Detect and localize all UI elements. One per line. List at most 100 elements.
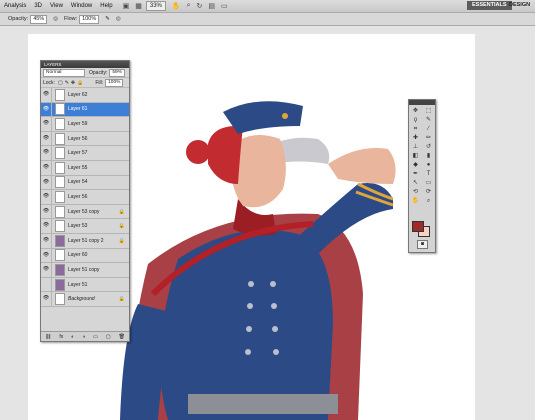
layer-row[interactable]: 👁 Layer 51 copy 2 🔒 — [41, 233, 129, 249]
layer-thumbnail — [55, 220, 65, 233]
menu-window[interactable]: Window — [67, 3, 96, 9]
dodge-tool-icon[interactable]: ● — [422, 161, 435, 170]
history-brush-tool-icon[interactable]: ↺ — [422, 143, 435, 152]
lock-position-icon[interactable]: ✥ — [71, 80, 75, 86]
lock-image-icon[interactable]: ✎ — [65, 80, 69, 86]
add-mask-icon[interactable]: ◐ — [71, 334, 74, 340]
move-tool-icon[interactable]: ✥ — [409, 107, 422, 116]
link-layers-icon[interactable]: ⛓ — [45, 334, 51, 340]
eye-icon[interactable]: 👁 — [41, 88, 52, 102]
hand-tool-icon[interactable]: ✋ — [409, 197, 422, 206]
3d-orbit-tool-icon[interactable]: ⟳ — [422, 188, 435, 197]
layer-name: Layer 56 — [68, 193, 88, 200]
new-layer-icon[interactable]: ▢ — [106, 334, 111, 340]
path-select-tool-icon[interactable]: ↖ — [409, 179, 422, 188]
bridge-icon[interactable]: ▣ — [123, 2, 130, 10]
flow-field[interactable]: 100% — [79, 14, 100, 24]
menu-analysis[interactable]: Analysis — [0, 3, 30, 9]
layers-panel-title[interactable]: LAYERS — [41, 61, 129, 68]
layer-list: 👁 Layer 62 👁 Layer 61 👁 Layer 59 👁 Layer 56 … — [41, 88, 129, 307]
layer-name: Background — [68, 296, 95, 303]
pressure-opacity-icon[interactable]: ◎ — [53, 16, 58, 22]
crop-tool-icon[interactable]: ⌗ — [409, 125, 422, 134]
eye-icon[interactable] — [41, 277, 52, 292]
eye-icon[interactable]: 👁 — [41, 292, 52, 306]
gradient-tool-icon[interactable]: ▮ — [422, 152, 435, 161]
workspace-design[interactable]: DESIGN — [504, 1, 535, 10]
eye-icon[interactable]: 👁 — [41, 219, 52, 233]
layer-row[interactable]: 👁 Layer 53 🔒 — [41, 219, 129, 234]
lock-all-icon[interactable]: 🔒 — [77, 80, 83, 86]
opacity-field[interactable]: 45% — [30, 14, 48, 24]
layer-row[interactable]: 👁 Background 🔒 — [41, 292, 129, 307]
options-bar: Opacity: 45% ◎ Flow: 100% ✎ ◎ — [0, 13, 535, 26]
layer-thumbnail — [55, 190, 65, 203]
blur-tool-icon[interactable]: ◆ — [409, 161, 422, 170]
menu-help[interactable]: Help — [96, 3, 116, 9]
trash-icon[interactable]: 🗑 — [119, 334, 125, 340]
lock-transparency-icon[interactable]: ▢ — [58, 80, 63, 86]
layer-row[interactable]: 👁 Layer 62 — [41, 88, 129, 103]
lasso-tool-icon[interactable]: ϙ — [409, 116, 422, 125]
screen-mode-icon[interactable]: ▭ — [221, 2, 228, 10]
adjustment-layer-icon[interactable]: ◑ — [82, 334, 85, 340]
3d-rotate-tool-icon[interactable]: ⟲ — [409, 188, 422, 197]
new-group-icon[interactable]: ▭ — [93, 334, 98, 340]
eye-icon[interactable]: 👁 — [41, 117, 52, 131]
pen-tool-icon[interactable]: ✒ — [409, 170, 422, 179]
pressure-size-icon[interactable]: ◎ — [116, 16, 121, 22]
layer-row[interactable]: 👁 Layer 55 — [41, 160, 129, 176]
eraser-tool-icon[interactable]: ◧ — [409, 152, 422, 161]
quick-mask-icon[interactable]: ◙ — [417, 240, 428, 249]
rotate-view-icon[interactable]: ↻ — [197, 2, 203, 10]
menu-view[interactable]: View — [46, 3, 67, 9]
clone-stamp-tool-icon[interactable]: ⊥ — [409, 143, 422, 152]
hand-view-icon[interactable]: ✋ — [172, 2, 181, 10]
eye-icon[interactable]: 👁 — [41, 263, 52, 277]
layer-opacity-field[interactable]: 59% — [109, 68, 125, 77]
layer-name: Layer 59 — [68, 120, 88, 127]
layer-row[interactable]: Layer 51 — [41, 277, 129, 293]
eye-icon[interactable]: 👁 — [41, 248, 52, 263]
layer-thumbnail — [55, 176, 65, 189]
marquee-tool-icon[interactable]: ⬚ — [422, 107, 435, 116]
layer-thumbnail — [55, 278, 65, 291]
layer-row[interactable]: 👁 Layer 61 — [41, 102, 129, 118]
airbrush-icon[interactable]: ✎ — [105, 16, 110, 22]
healing-tool-icon[interactable]: ✚ — [409, 134, 422, 143]
eyedropper-tool-icon[interactable]: ⁄ — [422, 125, 435, 134]
type-tool-icon[interactable]: T — [422, 170, 435, 179]
eye-icon[interactable]: 👁 — [41, 146, 52, 160]
layer-row[interactable]: 👁 Layer 51 copy — [41, 263, 129, 278]
layer-row[interactable]: 👁 Layer 56 — [41, 190, 129, 205]
eye-icon[interactable]: 👁 — [41, 204, 52, 219]
layer-row[interactable]: 👁 Layer 54 — [41, 175, 129, 191]
eye-icon[interactable]: 👁 — [41, 160, 52, 175]
eye-icon[interactable]: 👁 — [41, 131, 52, 146]
zoom-tool-icon[interactable]: ⌕ — [422, 197, 435, 206]
menu-3d[interactable]: 3D — [30, 3, 46, 9]
lock-icon: 🔒 — [118, 296, 125, 303]
layer-row[interactable]: 👁 Layer 53 copy 🔒 — [41, 204, 129, 220]
layer-row[interactable]: 👁 Layer 57 — [41, 146, 129, 161]
fx-icon[interactable]: fx — [59, 334, 63, 340]
arrange-documents-icon[interactable]: ▤ — [208, 2, 215, 10]
shape-tool-icon[interactable]: ▭ — [422, 179, 435, 188]
layer-name: Layer 54 — [68, 179, 88, 186]
eye-icon[interactable]: 👁 — [41, 175, 52, 190]
layer-row[interactable]: 👁 Layer 56 — [41, 131, 129, 147]
zoom-select[interactable]: 33% — [145, 1, 166, 11]
fill-field[interactable]: 100% — [105, 78, 124, 87]
eye-icon[interactable]: 👁 — [41, 233, 52, 248]
layer-row[interactable]: 👁 Layer 59 — [41, 117, 129, 132]
layer-row[interactable]: 👁 Layer 60 — [41, 248, 129, 264]
lock-icon: 🔒 — [118, 237, 125, 244]
zoom-view-icon[interactable]: ⌕ — [187, 2, 191, 10]
eye-icon[interactable]: 👁 — [41, 190, 52, 204]
eye-icon[interactable]: 👁 — [41, 102, 52, 117]
blend-mode-select[interactable]: Normal — [43, 68, 85, 77]
foreground-color-swatch[interactable] — [412, 221, 424, 232]
brush-tool-icon[interactable]: ✏ — [422, 134, 435, 143]
minibridge-icon[interactable]: ▦ — [135, 2, 142, 10]
quick-select-tool-icon[interactable]: ✎ — [422, 116, 435, 125]
